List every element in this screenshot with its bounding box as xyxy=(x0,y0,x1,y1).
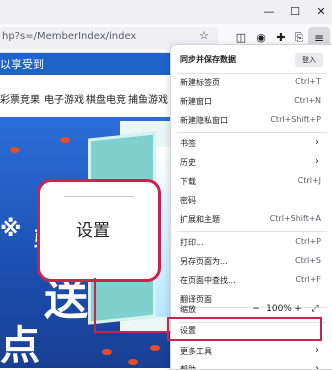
menu-item-label: 缩放 xyxy=(180,305,196,314)
menu-item-shortcut: Ctrl+S xyxy=(294,256,321,265)
menu-item-label: 历史 xyxy=(180,158,196,167)
callout-connector xyxy=(94,331,167,333)
minimize-icon[interactable]: — xyxy=(260,4,278,20)
petal xyxy=(150,345,160,351)
zoom-level[interactable]: 100% xyxy=(266,302,292,316)
banner-left-char: ※ xyxy=(0,217,22,242)
menu-item-shortcut: Ctrl+F xyxy=(295,275,321,284)
menu-item-downloads[interactable]: 下载 Ctrl+J xyxy=(171,172,332,191)
banner-char-3: 点 xyxy=(0,323,40,368)
menu-item-save-page[interactable]: 另存页面为... Ctrl+S xyxy=(171,252,332,271)
settings-highlight-box xyxy=(167,317,322,341)
menu-item-shortcut: Ctrl+P xyxy=(295,237,321,246)
chevron-right-icon: › xyxy=(315,345,319,356)
petal xyxy=(102,349,112,355)
login-button[interactable]: 登入 xyxy=(295,53,323,67)
title-bar: — ☐ ✕ xyxy=(0,0,332,24)
menu-item-shortcut: Ctrl+Shift+A xyxy=(269,214,321,223)
zoom-in-icon[interactable]: + xyxy=(291,302,305,316)
fullscreen-icon[interactable]: ⤢ xyxy=(308,302,322,316)
chevron-right-icon: › xyxy=(315,156,319,167)
menu-item-label: 新建窗口 xyxy=(180,97,212,106)
menu-item-shortcut: Ctrl+J xyxy=(297,176,321,185)
menu-item-label: 扩展和主题 xyxy=(180,215,220,224)
bookmark-star-icon[interactable]: ☆ xyxy=(195,27,213,45)
menu-item-new-window[interactable]: 新建窗口 Ctrl+N xyxy=(171,92,332,111)
menu-item-shortcut: Ctrl+Shift+P xyxy=(270,115,321,124)
menu-sync-row[interactable]: 同步并保存数据 登入 xyxy=(171,48,332,72)
menu-item-print[interactable]: 打印... Ctrl+P xyxy=(171,233,332,252)
menu-item-label: 在页面中查找... xyxy=(180,276,236,285)
menu-item-shortcut: Ctrl+T xyxy=(295,77,321,86)
nav-item-fishing[interactable]: 捕鱼游戏 xyxy=(128,91,168,106)
menu-item-label: 打印... xyxy=(180,238,204,247)
menu-item-label: 另存页面为... xyxy=(180,257,228,266)
menu-item-shortcut: Ctrl+N xyxy=(294,96,321,105)
menu-item-history[interactable]: 历史 › xyxy=(171,153,332,172)
header-text: 以享受到 xyxy=(0,58,44,71)
menu-item-more-tools[interactable]: 更多工具 › xyxy=(171,342,332,361)
menu-item-help[interactable]: 帮助 › xyxy=(171,360,332,370)
menu-item-label: 帮助 xyxy=(180,365,196,370)
zoom-callout-label: 设置 xyxy=(76,221,110,241)
maximize-icon[interactable]: ☐ xyxy=(286,4,304,20)
zoom-divider xyxy=(64,196,134,197)
menu-item-extensions[interactable]: 扩展和主题 Ctrl+Shift+A xyxy=(171,210,332,229)
menu-item-label: 下载 xyxy=(180,177,196,186)
menu-item-label: 密码 xyxy=(180,196,196,205)
menu-item-new-tab[interactable]: 新建标签页 Ctrl+T xyxy=(171,73,332,92)
menu-item-label: 书签 xyxy=(180,139,196,148)
menu-item-passwords[interactable]: 密码 xyxy=(171,191,332,210)
menu-separator xyxy=(177,132,327,133)
callout-connector xyxy=(94,278,96,332)
menu-item-private-window[interactable]: 新建隐私窗口 Ctrl+Shift+P xyxy=(171,111,332,130)
petal xyxy=(10,147,20,153)
zoom-callout: 设置 xyxy=(37,179,161,282)
petal xyxy=(128,359,138,365)
menu-item-find[interactable]: 在页面中查找... Ctrl+F xyxy=(171,271,332,290)
nav-item-chess[interactable]: 棋盘电竞 xyxy=(86,91,126,106)
menu-item-label: 新建隐私窗口 xyxy=(180,116,228,125)
zoom-out-icon[interactable]: − xyxy=(249,302,263,316)
menu-sync-label: 同步并保存数据 xyxy=(180,55,236,64)
menu-separator xyxy=(177,231,327,232)
menu-item-label: 新建标签页 xyxy=(180,78,220,87)
chevron-right-icon: › xyxy=(315,137,319,148)
nav-item-egames[interactable]: 电子游戏 xyxy=(44,91,84,106)
close-icon[interactable]: ✕ xyxy=(312,4,330,20)
url-text[interactable]: hp?s=/MemberIndex/index xyxy=(2,31,136,42)
chevron-right-icon: › xyxy=(315,363,319,370)
nav-item-lottery[interactable]: 彩票竞果 xyxy=(0,91,40,106)
menu-item-label: 更多工具 xyxy=(180,347,212,356)
petal xyxy=(60,137,70,143)
menu-item-bookmarks[interactable]: 书签 › xyxy=(171,134,332,153)
